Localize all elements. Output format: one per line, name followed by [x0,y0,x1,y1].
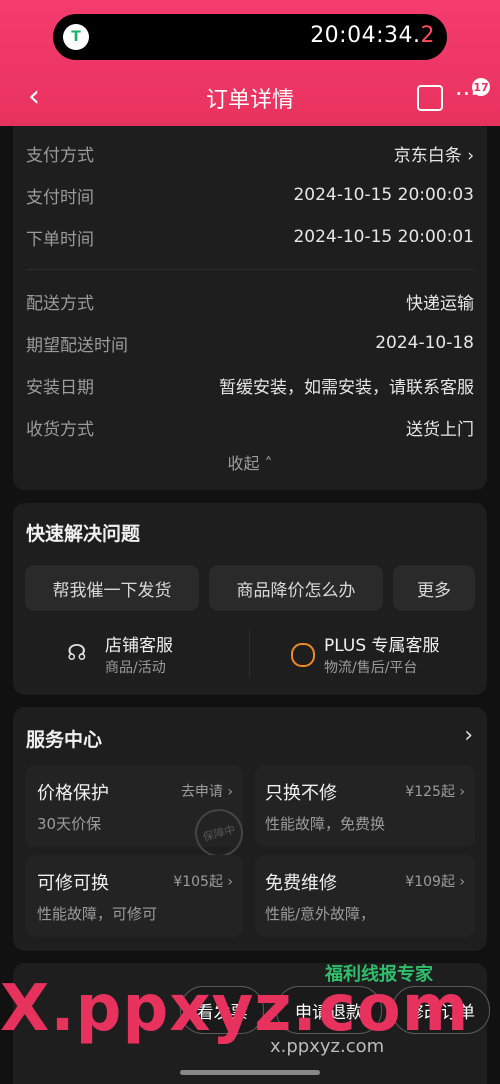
header-bar: T 20:04:34.2 ‹ 订单详情 ··· 17 [0,0,500,126]
receive-method-row: 收货方式 送货上门 [26,419,474,440]
service-item[interactable]: 只换不修 ¥125起 › 性能故障，免费换 [255,765,475,847]
payment-time-row: 支付时间 2024-10-15 20:00:03 [26,185,474,208]
urge-shipping-button[interactable]: 帮我催一下发货 [25,565,199,611]
service-center-card: 服务中心 › 价格保护 去申请 › 30天价保 保障中 只换不修 ¥125起 ›… [13,707,487,951]
plus-chat-icon [291,643,315,667]
service-item-price: ¥105起 › [173,874,233,890]
store-service-sub: 商品/活动 [105,660,166,676]
service-item-sub: 30天价保 [37,815,102,833]
service-item-price: 去申请 › [180,784,233,800]
service-item[interactable]: 可修可换 ¥105起 › 性能故障，可修可 [25,855,243,937]
watermark-brand: 福利线报专家 [325,964,433,985]
delivery-method-row: 配送方式 快递运输 [26,293,474,314]
app-logo-icon: T [63,24,89,50]
notification-badge: 17 [472,78,490,96]
service-item[interactable]: 免费维修 ¥109起 › 性能/意外故障， [255,855,475,937]
service-item-name: 只换不修 [265,783,337,804]
home-indicator [180,1070,320,1075]
status-pill: T 20:04:34.2 [53,14,447,60]
service-item-sub: 性能故障，免费换 [265,815,386,833]
order-time-row: 下单时间 2024-10-15 20:00:01 [26,227,474,250]
divider [26,269,474,270]
service-item-sub: 性能故障，可修可 [37,905,158,923]
price-drop-button[interactable]: 商品降价怎么办 [209,565,383,611]
service-center-title: 服务中心 [26,729,103,751]
divider [249,629,250,679]
service-item-name: 免费维修 [265,873,337,894]
collapse-button[interactable]: 收起 ˄ [13,450,487,474]
expected-time-row: 期望配送时间 2024-10-18 [26,333,474,356]
service-item-sub: 性能/意外故障， [265,905,376,923]
order-info-card: 支付方式 京东白条 › 支付时间 2024-10-15 20:00:03 下单时间 2… [13,126,487,490]
share-icon[interactable] [417,85,443,111]
service-item-name: 可修可换 [37,873,109,894]
chevron-right-icon[interactable]: › [464,723,473,748]
watermark-url: x.ppxyz.com [270,1036,385,1057]
payment-method-row[interactable]: 支付方式 京东白条 › [26,138,474,168]
headset-icon: ☊ [67,641,87,666]
install-date-row: 安装日期 暂缓安装，如需安装，请联系客服 [26,377,474,398]
quick-help-title: 快速解决问题 [26,523,141,545]
service-item-price: ¥109起 › [405,874,465,890]
service-item-name: 价格保护 [37,783,109,804]
service-item[interactable]: 价格保护 去申请 › 30天价保 保障中 [25,765,249,863]
plus-service-sub: 物流/售后/平台 [324,660,418,676]
service-item-price: ¥125起 › [405,784,465,800]
protected-stamp-icon: 保障中 [189,803,249,863]
more-button[interactable]: 更多 [393,565,475,611]
clock: 20:04:34.2 [310,23,435,48]
quick-help-card: 快速解决问题 帮我催一下发货 商品降价怎么办 更多 ☊ 店铺客服 商品/活动 P… [13,503,487,695]
store-service-label: 店铺客服 [105,636,173,656]
plus-service-label: PLUS 专属客服 [324,636,440,656]
